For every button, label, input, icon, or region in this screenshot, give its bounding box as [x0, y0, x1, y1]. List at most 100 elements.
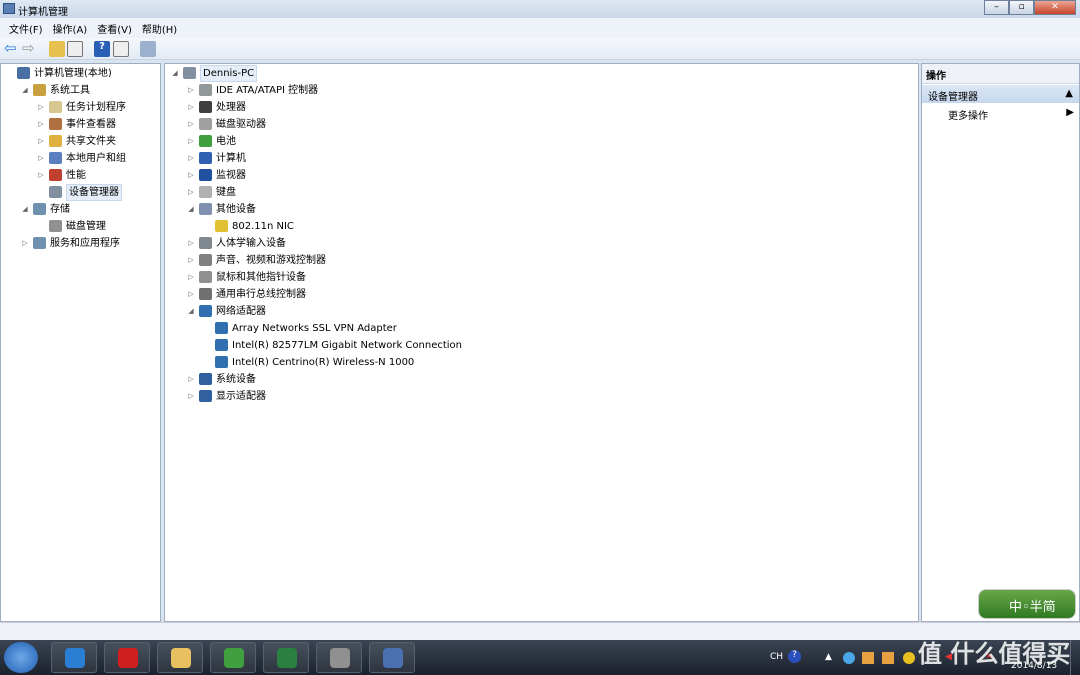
tree-item[interactable]: ▷ 处理器: [165, 99, 918, 116]
expand-toggle-icon[interactable]: ▷: [37, 167, 45, 184]
tree-item[interactable]: ▷ 键盘: [165, 184, 918, 201]
tree-item[interactable]: 设备管理器: [1, 184, 160, 201]
tree-item[interactable]: ▷ 任务计划程序: [1, 99, 160, 116]
expand-toggle-icon[interactable]: ▷: [187, 371, 195, 388]
tree-item[interactable]: ▷ 鼠标和其他指针设备: [165, 269, 918, 286]
expand-toggle-icon[interactable]: ▷: [187, 150, 195, 167]
tree-item-label: 共享文件夹: [66, 136, 116, 147]
tray-app-icon[interactable]: [862, 652, 874, 664]
expand-toggle-icon[interactable]: ▷: [37, 133, 45, 150]
expand-toggle-icon[interactable]: ▷: [187, 235, 195, 252]
tree-item[interactable]: ◢ Dennis-PC: [165, 65, 918, 82]
expand-toggle-icon[interactable]: ◢: [187, 201, 195, 218]
expand-toggle-icon[interactable]: ◢: [21, 201, 29, 218]
taskbar-app-photo[interactable]: [316, 642, 362, 673]
tree-item-label: 监视器: [216, 170, 246, 181]
internet-explorer-icon: [65, 648, 85, 668]
tree-item[interactable]: ▷ 电池: [165, 133, 918, 150]
tree-item[interactable]: ▷ 监视器: [165, 167, 918, 184]
tree-item[interactable]: ▷ 人体学输入设备: [165, 235, 918, 252]
help-tray-icon[interactable]: ?: [788, 650, 801, 663]
taskbar-chrome[interactable]: [210, 642, 256, 673]
expand-toggle-icon[interactable]: ▷: [187, 388, 195, 405]
tree-item[interactable]: 计算机管理(本地): [1, 65, 160, 82]
tree-item-label: Dennis-PC: [200, 65, 258, 82]
window-title: 计算机管理: [18, 7, 68, 18]
expand-toggle-icon[interactable]: ▷: [187, 133, 195, 150]
expand-toggle-icon[interactable]: ▷: [187, 167, 195, 184]
taskbar-computer-management[interactable]: [369, 642, 415, 673]
qq-icon[interactable]: [843, 652, 855, 664]
tree-item[interactable]: ▷ 事件查看器: [1, 116, 160, 133]
tree-item[interactable]: ▷ 显示适配器: [165, 388, 918, 405]
expand-toggle-icon[interactable]: ◢: [171, 65, 179, 82]
tree-item[interactable]: Array Networks SSL VPN Adapter: [165, 320, 918, 337]
more-actions-item[interactable]: 更多操作 ▶: [948, 107, 1078, 122]
tree-item[interactable]: ◢ 系统工具: [1, 82, 160, 99]
show-desktop-button[interactable]: [1070, 640, 1080, 675]
computer-icon: [199, 152, 212, 164]
close-button[interactable]: ✕: [1034, 0, 1076, 15]
show-hide-tree-icon[interactable]: [67, 41, 83, 57]
chrome-icon: [224, 648, 244, 668]
taskbar-excel[interactable]: [263, 642, 309, 673]
menu-view[interactable]: 查看(V): [92, 18, 137, 38]
forward-icon[interactable]: ⇨: [22, 41, 38, 57]
language-indicator[interactable]: CH: [770, 652, 783, 662]
expand-toggle-icon[interactable]: ▷: [187, 82, 195, 99]
expand-toggle-icon[interactable]: ◢: [187, 303, 195, 320]
tree-item-label: 鼠标和其他指针设备: [216, 272, 306, 283]
tree-item-label: 键盘: [216, 187, 236, 198]
tree-item[interactable]: ◢ 其他设备: [165, 201, 918, 218]
tree-item[interactable]: ◢ 网络适配器: [165, 303, 918, 320]
taskbar-internet-explorer[interactable]: [51, 642, 97, 673]
tree-item[interactable]: ▷ 本地用户和组: [1, 150, 160, 167]
tree-item[interactable]: ▷ 声音、视频和游戏控制器: [165, 252, 918, 269]
menu-action[interactable]: 操作(A): [48, 18, 93, 38]
tree-item[interactable]: ▷ IDE ATA/ATAPI 控制器: [165, 82, 918, 99]
tree-item-label: 系统设备: [216, 374, 256, 385]
back-icon[interactable]: ⇦: [4, 41, 20, 57]
tree-item[interactable]: ▷ 共享文件夹: [1, 133, 160, 150]
ime-language-bar[interactable]: 中◦半简: [978, 589, 1076, 619]
scan-hardware-icon[interactable]: [140, 41, 156, 57]
up-folder-icon[interactable]: [49, 41, 65, 57]
taskbar-file-explorer[interactable]: [157, 642, 203, 673]
expand-toggle-icon[interactable]: ▷: [187, 286, 195, 303]
expand-toggle-icon[interactable]: ▷: [187, 269, 195, 286]
tree-item-label: 性能: [66, 170, 86, 181]
help-icon[interactable]: ?: [94, 41, 110, 57]
tray-app-icon[interactable]: [903, 652, 915, 664]
expand-toggle-icon[interactable]: ▷: [187, 252, 195, 269]
tree-item[interactable]: ▷ 服务和应用程序: [1, 235, 160, 252]
tree-item[interactable]: ▷ 磁盘驱动器: [165, 116, 918, 133]
tree-item[interactable]: 磁盘管理: [1, 218, 160, 235]
menu-file[interactable]: 文件(F): [4, 18, 48, 38]
tree-item[interactable]: Intel(R) Centrino(R) Wireless-N 1000: [165, 354, 918, 371]
minimize-button[interactable]: –: [984, 0, 1009, 15]
expand-toggle-icon[interactable]: ▷: [21, 235, 29, 252]
menu-help[interactable]: 帮助(H): [137, 18, 182, 38]
expand-toggle-icon[interactable]: ▷: [37, 116, 45, 133]
tree-item[interactable]: ▷ 系统设备: [165, 371, 918, 388]
tree-item[interactable]: ◢ 存储: [1, 201, 160, 218]
tree-item[interactable]: ▷ 计算机: [165, 150, 918, 167]
expand-toggle-icon[interactable]: ▷: [37, 150, 45, 167]
tree-item[interactable]: ▷ 通用串行总线控制器: [165, 286, 918, 303]
show-hide-action-pane-icon[interactable]: [113, 41, 129, 57]
expand-toggle-icon[interactable]: ▷: [187, 184, 195, 201]
expand-toggle-icon[interactable]: ▷: [187, 99, 195, 116]
tree-item[interactable]: ▷ 性能: [1, 167, 160, 184]
tray-app-icon[interactable]: [882, 652, 894, 664]
taskbar-app-red[interactable]: [104, 642, 150, 673]
expand-toggle-icon[interactable]: ▷: [187, 116, 195, 133]
show-hidden-icons-icon[interactable]: ▲: [825, 652, 832, 662]
maximize-button[interactable]: ▫: [1009, 0, 1034, 15]
tree-item-label: 声音、视频和游戏控制器: [216, 255, 326, 266]
tree-item[interactable]: Intel(R) 82577LM Gigabit Network Connect…: [165, 337, 918, 354]
tree-item[interactable]: 802.11n NIC: [165, 218, 918, 235]
actions-section-device-manager[interactable]: 设备管理器 ▲: [922, 85, 1079, 103]
expand-toggle-icon[interactable]: ▷: [37, 99, 45, 116]
expand-toggle-icon[interactable]: ◢: [21, 82, 29, 99]
start-button[interactable]: [4, 642, 38, 673]
